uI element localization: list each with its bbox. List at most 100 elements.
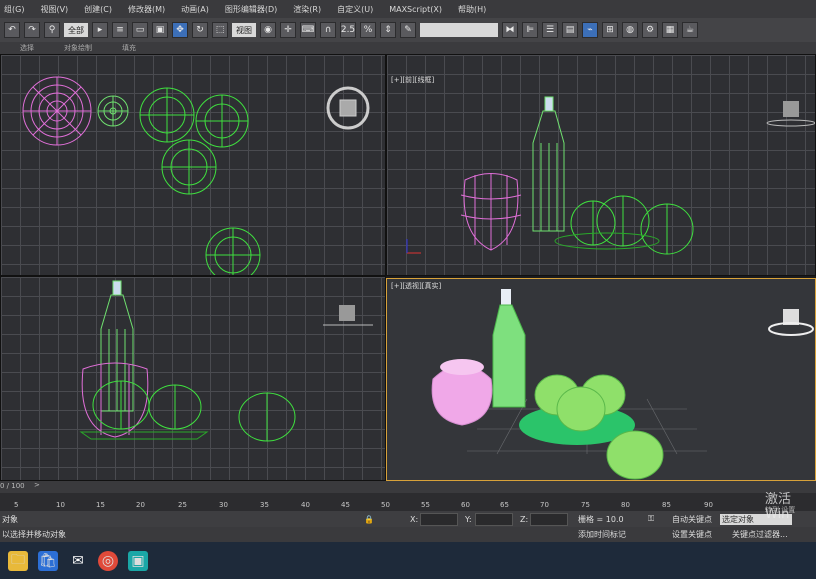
front-bottle-wireframe [532, 96, 565, 232]
menu-rendering[interactable]: 渲染(R) [293, 4, 321, 15]
layer-manager-icon[interactable]: ☰ [542, 22, 558, 38]
track-bar[interactable]: 5 10 15 20 25 30 35 40 45 50 55 60 65 70… [0, 493, 816, 511]
track-tick: 15 [96, 501, 105, 509]
graphite-toggle-icon[interactable]: ▤ [562, 22, 578, 38]
set-key-button[interactable]: 设置关键点 [672, 529, 712, 540]
render-setup-icon[interactable]: ⚙ [642, 22, 658, 38]
undo-icon[interactable]: ↶ [4, 22, 20, 38]
select-object-icon[interactable]: ▸ [92, 22, 108, 38]
select-and-scale-icon[interactable]: ⬚ [212, 22, 228, 38]
track-tick: 30 [219, 501, 228, 509]
reference-coordinate-dropdown[interactable]: 视图 [232, 23, 256, 37]
z-label: Z: [520, 514, 529, 524]
lock-icon[interactable]: 🔒 [364, 515, 374, 524]
time-slider[interactable]: 0 / 100 > [0, 481, 816, 493]
3dsmax-taskbar-icon[interactable]: ▣ [128, 550, 148, 571]
mirror-icon[interactable]: ⧓ [502, 22, 518, 38]
left-scene [79, 280, 373, 442]
windows-taskbar: 🗀 🛍 ✉ ◎ ▣ [0, 542, 816, 579]
ribbon-object-paint[interactable]: 对象绘制 [64, 43, 92, 53]
link-icon[interactable]: ⚲ [44, 22, 60, 38]
keyboard-shortcut-icon[interactable]: ⌨ [300, 22, 316, 38]
track-tick: 75 [581, 501, 590, 509]
angle-snap-icon[interactable]: 2.5 [340, 22, 356, 38]
status-bar-bottom: 以选择并移动对象 添加时间标记 设置关键点 关键点过滤器... [0, 527, 816, 542]
percent-snap-icon[interactable]: % [360, 22, 376, 38]
file-explorer-icon[interactable]: 🗀 [8, 550, 28, 571]
viewport-top[interactable] [0, 54, 386, 276]
front-scene [406, 96, 815, 255]
chrome-icon[interactable]: ◎ [98, 550, 118, 571]
front-viewcube-icon [766, 101, 815, 127]
material-editor-icon[interactable]: ◍ [622, 22, 638, 38]
menu-customize[interactable]: 自定义(U) [337, 4, 373, 15]
snap-toggle-icon[interactable]: ∩ [320, 22, 336, 38]
track-tick: 60 [461, 501, 470, 509]
top-scene [22, 76, 370, 275]
menu-group[interactable]: 组(G) [4, 4, 24, 15]
perspective-pink-vase [431, 359, 493, 426]
menu-maxscript[interactable]: MAXScript(X) [389, 5, 442, 14]
mail-icon[interactable]: ✉ [68, 551, 88, 571]
track-tick: 90 [704, 501, 713, 509]
schematic-view-icon[interactable]: ⊞ [602, 22, 618, 38]
y-label: Y: [465, 514, 472, 524]
selection-count: 对象 [2, 514, 18, 524]
front-apples-wireframe [554, 195, 694, 255]
ribbon: 选择 对象绘制 填充 [0, 42, 816, 54]
key-icon[interactable]: ⚿ [648, 514, 654, 524]
window-crossing-icon[interactable]: ▣ [152, 22, 168, 38]
prompt-line: 以选择并移动对象 [2, 530, 66, 539]
select-by-name-icon[interactable]: ≡ [112, 22, 128, 38]
render-production-icon[interactable]: ☕ [682, 22, 698, 38]
store-icon[interactable]: 🛍 [38, 550, 58, 571]
x-coordinate-field[interactable] [420, 512, 458, 526]
menu-create[interactable]: 创建(C) [84, 4, 112, 15]
selection-filter-dropdown[interactable]: 全部 [64, 23, 88, 37]
perspective-bottle [492, 289, 526, 408]
move-gizmo-icon[interactable]: ✛ [280, 22, 296, 38]
align-icon[interactable]: ⊫ [522, 22, 538, 38]
key-filters-button[interactable]: 关键点过滤器... [732, 529, 788, 540]
rectangular-selection-icon[interactable]: ▭ [132, 22, 148, 38]
spinner-snap-icon[interactable]: ⇕ [380, 22, 396, 38]
curve-editor-icon[interactable]: ⌁ [582, 22, 598, 38]
menu-help[interactable]: 帮助(H) [458, 4, 486, 15]
select-and-move-icon[interactable]: ✥ [172, 22, 188, 38]
track-tick: 10 [56, 501, 65, 509]
track-tick: 80 [621, 501, 630, 509]
top-viewcube-icon [326, 86, 370, 130]
track-tick: 85 [662, 501, 671, 509]
x-label: X: [410, 514, 419, 524]
named-selection-dropdown[interactable] [420, 23, 498, 37]
time-slider-next-button[interactable]: > [34, 481, 40, 489]
viewport-front[interactable]: [+][前][线框] [386, 54, 816, 276]
track-tick: 50 [381, 501, 390, 509]
edit-named-selection-icon[interactable]: ✎ [400, 22, 416, 38]
redo-icon[interactable]: ↷ [24, 22, 40, 38]
y-coordinate-field[interactable] [475, 512, 513, 526]
viewport-left[interactable] [0, 276, 386, 481]
auto-key-button[interactable]: 自动关键点 [672, 514, 712, 525]
status-bar-top: 对象 🔒 X: Y: Z: 栅格 = 10.0 ⚿ 自动关键点 选定对象 [0, 511, 816, 527]
select-and-rotate-icon[interactable]: ↻ [192, 22, 208, 38]
pivot-center-icon[interactable]: ◉ [260, 22, 276, 38]
menu-views[interactable]: 视图(V) [40, 4, 68, 15]
menu-graph-editors[interactable]: 图形编辑器(D) [225, 4, 277, 15]
track-tick: 20 [136, 501, 145, 509]
perspective-scene [431, 289, 814, 480]
menu-bar: 组(G) 视图(V) 创建(C) 修改器(M) 动画(A) 图形编辑器(D) 渲… [0, 0, 816, 18]
ribbon-populate[interactable]: 填充 [122, 43, 136, 53]
track-tick: 65 [500, 501, 509, 509]
top-pink-vase-wireframe [22, 76, 92, 146]
add-time-tag-button[interactable]: 添加时间标记 [578, 529, 626, 540]
menu-modifiers[interactable]: 修改器(M) [128, 4, 165, 15]
track-tick: 25 [178, 501, 187, 509]
front-pink-vase-wireframe [460, 173, 522, 251]
track-tick: 45 [341, 501, 350, 509]
menu-animation[interactable]: 动画(A) [181, 4, 209, 15]
z-coordinate-field[interactable] [530, 512, 568, 526]
viewport-perspective[interactable]: [+][透视][真实] [386, 278, 816, 481]
ribbon-selection[interactable]: 选择 [20, 43, 34, 53]
rendered-frame-window-icon[interactable]: ▦ [662, 22, 678, 38]
